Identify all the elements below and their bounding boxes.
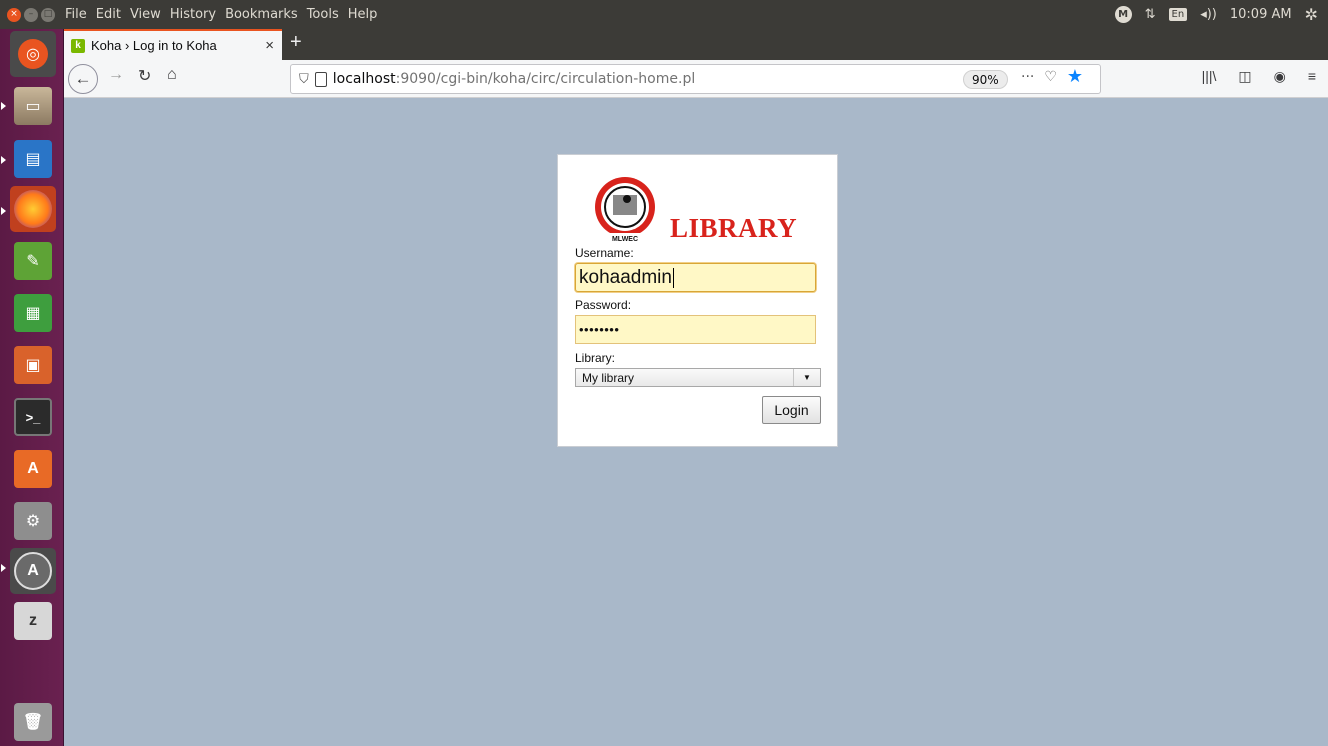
reload-icon[interactable]: ↻ [138,66,151,86]
sidebar-icon[interactable]: ◫ [1238,68,1251,85]
menu-bookmarks[interactable]: Bookmarks [225,7,298,22]
tab-title: Koha › Log in to Koha [91,38,217,53]
library-select[interactable]: My library ▼ [575,368,821,387]
back-arrow-icon[interactable]: ← [68,64,98,94]
network-icon[interactable]: ⇅ [1145,7,1156,22]
app-menu: File Edit View History Bookmarks Tools H… [65,7,377,22]
close-tab-icon[interactable]: × [265,37,274,54]
account-icon[interactable]: ◉ [1274,68,1286,85]
ubuntu-launcher: ◎ ▭ ▤ ✎ ▦ ▣ >_ A ⚙ A z 🗑 [0,29,64,746]
page-info-icon[interactable] [314,71,327,87]
hamburger-menu-icon[interactable]: ≡ [1308,68,1316,85]
browser-tab-bar: k Koha › Log in to Koha × + [64,29,1328,60]
password-mask: •••••••• [579,322,620,337]
more-actions-icon[interactable]: ··· [1021,69,1034,87]
ubuntu-dash-icon[interactable]: ◎ [10,31,56,77]
username-input[interactable]: kohaadmin [575,263,816,292]
system-tray: M ⇅ En ◂)) 10:09 AM ✲ [1114,0,1318,29]
window-minimize-button[interactable]: – [24,7,38,22]
logo-caption: MLWEC [612,236,638,243]
window-controls: × – □ [7,7,55,22]
software-icon[interactable]: A [10,446,56,492]
username-label: Username: [575,246,634,260]
tab-koha-login[interactable]: k Koha › Log in to Koha × [64,29,282,60]
menu-edit[interactable]: Edit [96,7,121,22]
password-label: Password: [575,298,632,312]
menu-view[interactable]: View [130,7,161,22]
running-indicator [1,207,6,215]
volume-icon[interactable]: ◂)) [1200,7,1217,22]
home-icon[interactable]: ⌂ [167,66,177,84]
college-emblem-icon: MLWEC [595,177,655,243]
text-caret [672,267,674,288]
messaging-icon[interactable]: M [1114,6,1132,23]
power-gear-icon[interactable]: ✲ [1305,5,1318,24]
keyboard-layout-indicator[interactable]: En [1168,8,1188,21]
url-path: :9090/cgi-bin/koha/circ/circulation-home… [395,71,696,87]
calc-icon[interactable]: ▦ [10,290,56,336]
password-input[interactable]: •••••••• [575,315,816,344]
forward-arrow-icon[interactable]: → [108,66,124,84]
new-tab-button[interactable]: + [290,31,302,54]
address-bar[interactable]: ⛉ localhost :9090/cgi-bin/koha/circ/circ… [290,64,1101,94]
bookmark-star-icon[interactable]: ★ [1067,66,1083,87]
backup-icon[interactable]: z [10,598,56,644]
settings-icon[interactable]: ⚙ [10,498,56,544]
url-host: localhost [332,71,396,87]
terminal-icon[interactable]: >_ [10,394,56,440]
window-maximize-button[interactable]: □ [41,7,55,22]
pocket-icon[interactable]: ♡ [1044,69,1057,87]
window-close-button[interactable]: × [7,7,21,22]
menu-tools[interactable]: Tools [307,7,339,22]
koha-login-box: MLWEC LIBRARY Username: kohaadmin Passwo… [557,154,838,447]
username-value: kohaadmin [579,266,672,288]
trash-icon[interactable]: 🗑 [10,699,56,745]
updater-icon[interactable]: A [10,548,56,594]
menu-history[interactable]: History [170,7,216,22]
impress-icon[interactable]: ▣ [10,342,56,388]
notes-icon[interactable]: ✎ [10,238,56,284]
koha-favicon-icon: k [71,38,85,53]
library-label: Library: [575,351,616,365]
tracking-shield-icon[interactable]: ⛉ [299,72,309,87]
dropdown-arrow-icon[interactable]: ▼ [793,369,820,386]
login-button[interactable]: Login [762,396,821,424]
files-icon[interactable]: ▭ [10,83,56,129]
running-indicator [1,102,6,110]
writer-icon[interactable]: ▤ [10,136,56,182]
library-logo-text: LIBRARY [670,213,798,243]
running-indicator [1,564,6,572]
menu-file[interactable]: File [65,7,87,22]
library-selected-value: My library [582,370,635,385]
clock[interactable]: 10:09 AM [1230,7,1292,22]
system-top-panel: × – □ File Edit View History Bookmarks T… [0,0,1328,29]
page-actions: ··· ♡ ★ [1021,66,1083,87]
toolbar-right: |||\ ◫ ◉ ≡ [1202,68,1316,85]
zoom-level-badge[interactable]: 90% [963,70,1008,89]
running-indicator [1,156,6,164]
menu-help[interactable]: Help [348,7,378,22]
library-icon[interactable]: |||\ [1202,68,1217,85]
browser-navigation-bar: ← → ↻ ⌂ ⛉ localhost :9090/cgi-bin/koha/c… [64,60,1328,98]
library-logo: MLWEC LIBRARY [580,169,820,247]
firefox-icon[interactable] [10,186,56,232]
